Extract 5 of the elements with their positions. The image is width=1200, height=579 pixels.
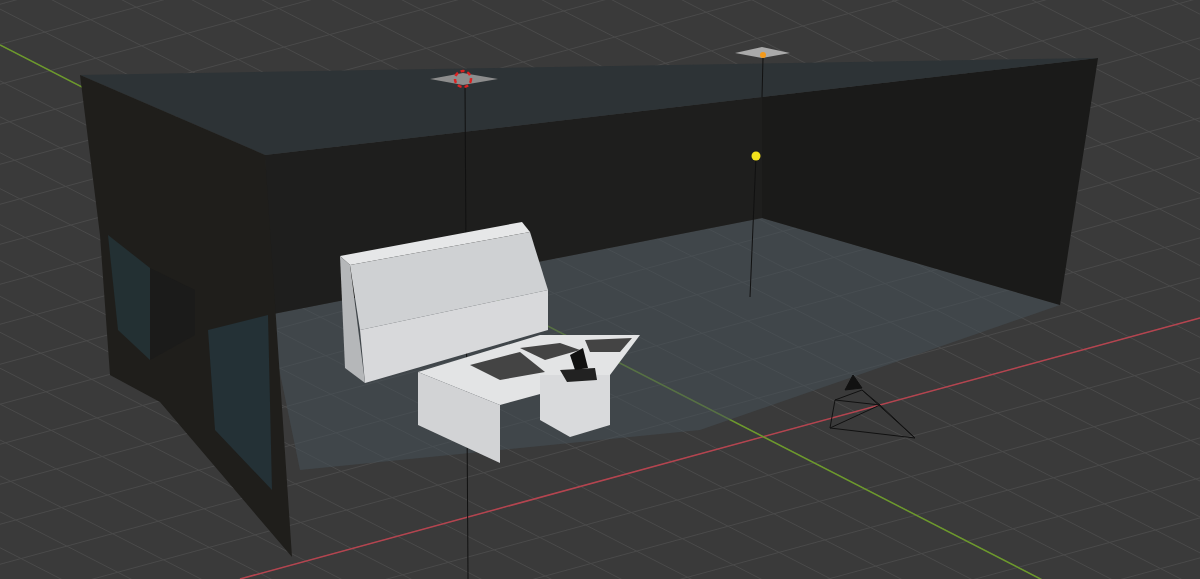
viewport-canvas[interactable] (0, 0, 1200, 579)
sun-light-icon[interactable] (735, 47, 790, 98)
3d-cursor-icon[interactable] (430, 69, 498, 89)
point-light-icon[interactable] (749, 151, 761, 298)
camera-icon[interactable] (829, 374, 916, 439)
